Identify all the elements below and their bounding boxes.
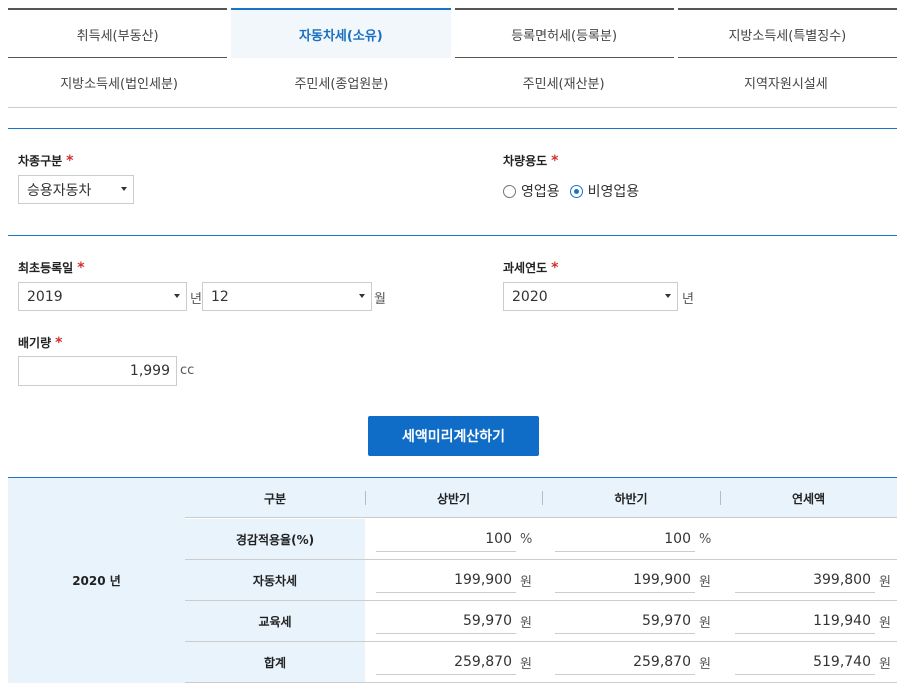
result-year: 2020 년 [8,478,185,683]
vehicle-type-label: 차종구분 * [18,153,74,169]
tax-tabs-secondary: 지방소득세(법인세분) 주민세(종업원분) 주민세(재산분) 지역자원시설세 [8,58,897,108]
tab-label: 지방소득세(특별징수) [728,28,847,44]
tab-registration-tax[interactable]: 등록면허세(등록분) [454,8,674,58]
tab-label: 지방소득세(법인세분) [60,77,179,92]
annual-value: 399,800 [735,567,875,593]
tax-year-unit: 년 [682,292,694,307]
select-value: 12 [211,288,229,305]
radio-nonbusiness-use[interactable]: 비영업용 [569,181,640,201]
tab-local-income-corporate[interactable]: 지방소득세(법인세분) [8,58,230,107]
first-half-value: 59,970 [376,608,516,634]
first-half-value: 100 [376,526,516,552]
result-header-row: 구분 상반기 하반기 연세액 [185,478,897,518]
tab-label: 등록면허세(등록분) [511,28,618,44]
row-label: 교육세 [185,601,365,641]
section-divider [8,128,897,129]
header-second-half: 하반기 [614,491,648,506]
select-value: 승용자동차 [27,182,92,199]
radio-label: 비영업용 [587,184,640,200]
tax-year-select[interactable]: 2020 [503,282,678,311]
value-unit: 원 [520,615,532,631]
calculate-tax-button[interactable]: 세액미리계산하기 [368,416,539,456]
tab-acquisition-tax[interactable]: 취득세(부동산) [8,8,228,58]
annual-value: 519,740 [735,649,875,675]
value-unit: % [699,531,712,547]
value-unit: 원 [699,656,711,672]
header-annual: 연세액 [791,491,826,506]
displacement-label: 배기량 * [18,335,63,351]
header-category: 구분 [263,491,287,506]
table-row: 경감적용율(%) 100 % 100 % [185,519,897,560]
first-half-value: 259,870 [376,649,516,675]
first-registration-year-select[interactable]: 2019 [18,282,187,311]
tab-label: 주민세(종업원분) [294,77,389,92]
required-mark: * [551,260,559,276]
chevron-down-icon [359,294,365,298]
tab-label: 자동차세(소유) [299,28,383,44]
vehicle-type-select[interactable]: 승용자동차 [18,175,134,204]
vehicle-use-label: 차량용도 * [503,153,559,169]
select-value: 2020 [512,288,548,305]
table-row: 합계 259,870 원 259,870 원 519,740 원 [185,642,897,683]
row-label: 자동차세 [185,560,365,600]
cc-unit: cc [180,363,195,378]
second-half-value: 259,870 [555,649,695,675]
tax-tabs-primary: 취득세(부동산) 자동차세(소유) 등록면허세(등록분) 지방소득세(특별징수) [8,8,897,58]
tab-label: 주민세(재산분) [522,77,605,92]
chevron-down-icon [665,294,671,298]
radio-icon [503,184,516,198]
displacement-input[interactable]: 1,999 [18,356,177,386]
radio-checked-icon [569,184,583,198]
second-half-value: 199,900 [555,567,695,593]
value-unit: 원 [520,656,532,672]
section-divider [8,235,897,236]
chevron-down-icon [121,187,127,191]
required-mark: * [66,153,74,169]
second-half-value: 59,970 [555,608,695,634]
tab-label: 취득세(부동산) [76,28,159,44]
tab-local-income-special[interactable]: 지방소득세(특별징수) [677,8,897,58]
first-half-value: 199,900 [376,567,516,593]
value-unit: 원 [879,656,891,672]
table-row: 자동차세 199,900 원 199,900 원 399,800 원 [185,560,897,601]
tax-year-label: 과세연도 * [503,260,559,276]
year-unit: 년 [190,292,202,307]
first-registration-label: 최초등록일 * [18,260,85,276]
value-unit: 원 [699,615,711,631]
month-unit: 월 [374,292,386,307]
row-label: 경감적용율(%) [185,519,365,559]
required-mark: * [77,260,85,276]
result-table: 2020 년 구분 상반기 하반기 연세액 경감적용율(%) 100 % 100… [8,477,897,683]
radio-label: 영업용 [521,184,560,200]
value-unit: 원 [699,574,711,590]
value-unit: 원 [879,574,891,590]
required-mark: * [55,335,63,351]
header-first-half: 상반기 [436,491,471,506]
row-label: 합계 [185,642,365,682]
tab-label: 지역자원시설세 [744,77,828,92]
table-row: 교육세 59,970 원 59,970 원 119,940 원 [185,601,897,642]
value-unit: % [520,531,533,547]
value-unit: 원 [520,574,532,590]
radio-business-use[interactable]: 영업용 [503,181,560,201]
tab-resident-property[interactable]: 주민세(재산분) [453,58,675,107]
vehicle-use-radio-group: 영업용 비영업용 [503,181,649,201]
tab-resident-employee[interactable]: 주민세(종업원분) [230,58,452,107]
tab-vehicle-tax[interactable]: 자동차세(소유) [231,8,451,58]
value-unit: 원 [879,615,891,631]
input-value: 1,999 [129,363,170,379]
second-half-value: 100 [555,526,695,552]
annual-value: 119,940 [735,608,875,634]
first-registration-month-select[interactable]: 12 [202,282,372,311]
select-value: 2019 [27,288,63,305]
chevron-down-icon [174,294,180,298]
required-mark: * [551,153,559,169]
tab-regional-resource[interactable]: 지역자원시설세 [675,58,897,107]
